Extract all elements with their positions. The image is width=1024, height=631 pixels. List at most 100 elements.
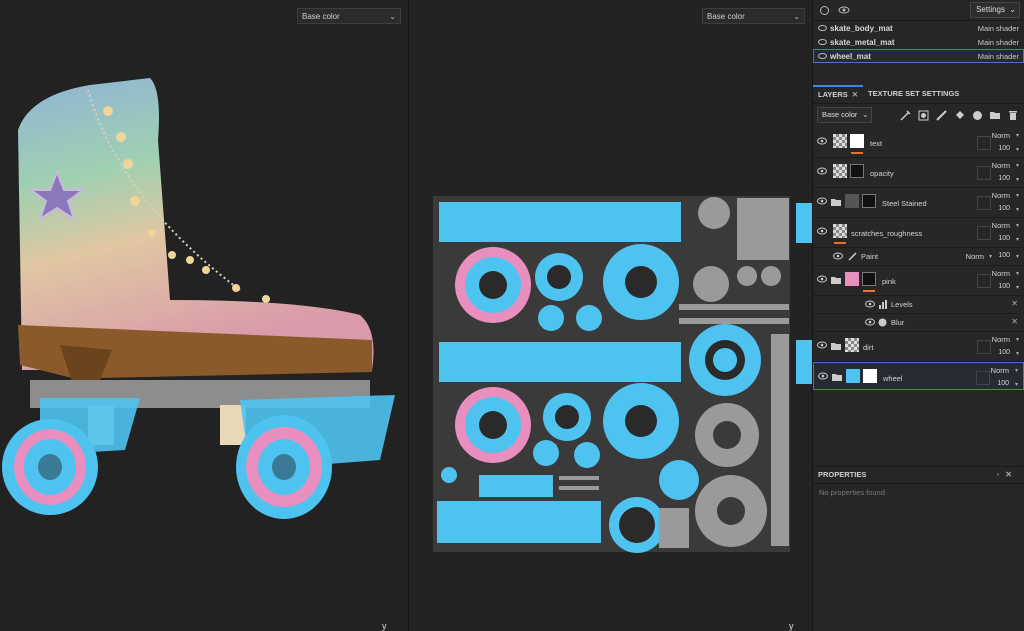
layer-row[interactable]: scratches_roughness Norm ▾ 100 ▾ [813,218,1024,248]
mask-indicator [851,152,863,154]
texture-set-row[interactable]: skate_body_mat Main shader [813,21,1024,35]
folder-icon[interactable] [988,108,1002,122]
blend-mode[interactable]: Norm [992,131,1010,140]
tab-layers[interactable]: LAYERS ✕ [813,85,864,103]
eye-icon[interactable] [865,318,875,326]
effect-row-levels[interactable]: Levels ✕ [813,296,1024,314]
folder-icon [831,277,841,284]
eye-icon[interactable] [865,300,875,308]
viewport-2d[interactable]: Base color ⌄ y [409,0,813,631]
blend-mode[interactable]: Norm [966,252,984,261]
layer-name: Paint [861,252,879,261]
texture-set-row[interactable]: skate_metal_mat Main shader [813,35,1024,49]
mask-thumbnail[interactable] [850,164,864,178]
delete-icon[interactable] [1006,108,1020,122]
mask-thumbnail[interactable] [862,194,876,208]
layer-opacity[interactable]: 100 [997,380,1009,387]
texture-set-shader[interactable]: Main shader [978,24,1019,33]
levels-icon [879,300,887,309]
smart-material-icon[interactable] [970,108,984,122]
layer-extra [977,340,991,354]
chevron-down-icon: ▾ [1015,337,1019,343]
close-icon[interactable]: ✕ [1011,299,1018,308]
layer-extra [977,196,991,210]
layer-row-paint[interactable]: Paint Norm ▾ 100 ▾ [813,248,1024,266]
fill-bucket-icon[interactable] [952,108,966,122]
eye-icon[interactable] [817,227,827,235]
layer-opacity[interactable]: 100 [998,283,1010,290]
effect-name: Blur [891,318,905,327]
blend-mode[interactable]: Norm [992,221,1010,230]
eye-icon[interactable] [818,53,827,59]
right-panel: Settings ⌄ skate_body_mat Main shader sk… [813,0,1024,631]
layer-name: wheel [883,374,903,383]
blend-mode[interactable]: Norm [992,191,1010,200]
brush-icon [848,252,857,261]
texture-set-shader[interactable]: Main shader [978,38,1019,47]
tab-texture-set-settings-label: TEXTURE SET SETTINGS [868,89,960,98]
add-mask-icon[interactable] [916,108,930,122]
add-effect-icon[interactable] [898,108,912,122]
layer-thumbnail [833,224,847,238]
properties-header: PROPERTIES ▫✕ [813,466,1024,484]
layers-channel-select[interactable]: Base color ⌄ [817,107,873,123]
chevron-down-icon: ▾ [1015,237,1019,243]
brush-icon[interactable] [934,108,948,122]
layer-opacity[interactable]: 100 [998,235,1010,242]
layer-thumbnail [845,194,859,208]
chevron-down-icon: ▾ [1014,368,1018,374]
link-icon[interactable] [817,3,831,17]
eye-icon[interactable] [817,167,827,175]
layer-opacity[interactable]: 100 [998,175,1010,182]
eye-icon[interactable] [817,275,827,283]
eye-icon[interactable] [818,372,828,380]
chevron-down-icon: ⌄ [862,110,869,119]
layer-row[interactable]: opacity Norm ▾ 100 ▾ [813,158,1024,188]
blend-mode[interactable]: Norm [992,335,1010,344]
layer-row[interactable]: text Norm ▾ 100 ▾ [813,128,1024,158]
close-icon[interactable]: ✕ [1011,317,1018,326]
effect-row-blur[interactable]: Blur ✕ [813,314,1024,332]
texture-set-name: skate_body_mat [830,23,893,33]
eye-icon[interactable] [818,39,827,45]
panel-tabs: LAYERS ✕ TEXTURE SET SETTINGS [813,85,1024,104]
blend-mode[interactable]: Norm [992,161,1010,170]
mask-thumbnail[interactable] [862,272,876,286]
eye-icon[interactable] [833,252,843,260]
mask-thumbnail[interactable] [850,134,864,148]
texture-set-shader[interactable]: Main shader [978,52,1019,61]
close-icon[interactable]: ✕ [852,90,858,99]
eye-icon[interactable] [818,25,827,31]
layer-thumbnail [833,134,847,148]
blend-mode[interactable]: Norm [992,269,1010,278]
texture-set-toolbar: Settings ⌄ [813,0,1024,21]
layer-opacity[interactable]: 100 [998,252,1010,259]
texture-set-name: wheel_mat [830,51,871,61]
chevron-down-icon: ▾ [1015,271,1019,277]
uv-texture-map[interactable] [409,0,812,631]
mask-indicator [834,242,846,244]
eye-icon[interactable] [837,3,851,17]
window-controls-icon[interactable]: ▫✕ [996,467,1018,483]
chevron-down-icon: ▾ [1015,193,1019,199]
chevron-down-icon: ▾ [1015,207,1019,213]
skate-model[interactable] [0,0,408,631]
settings-button[interactable]: Settings ⌄ [970,2,1020,18]
layer-row[interactable]: wheel Norm ▾ 100 ▾ [813,362,1024,390]
layer-row[interactable]: dirt Norm ▾ 100 ▾ [813,332,1024,362]
viewport-3d[interactable]: Base color ⌄ y [0,0,409,631]
layer-thumbnail [833,164,847,178]
layer-row[interactable]: Steel Stained Norm ▾ 100 ▾ [813,188,1024,218]
layer-opacity[interactable]: 100 [998,145,1010,152]
layer-opacity[interactable]: 100 [998,349,1010,356]
blend-mode[interactable]: Norm [991,366,1009,375]
tab-texture-set-settings[interactable]: TEXTURE SET SETTINGS [863,85,964,103]
layer-row[interactable]: pink Norm ▾ 100 ▾ [813,266,1024,296]
eye-icon[interactable] [817,197,827,205]
chevron-down-icon: ▾ [988,254,992,260]
mask-thumbnail[interactable] [863,369,877,383]
layer-opacity[interactable]: 100 [998,205,1010,212]
eye-icon[interactable] [817,341,827,349]
eye-icon[interactable] [817,137,827,145]
texture-set-row[interactable]: wheel_mat Main shader [813,49,1024,63]
